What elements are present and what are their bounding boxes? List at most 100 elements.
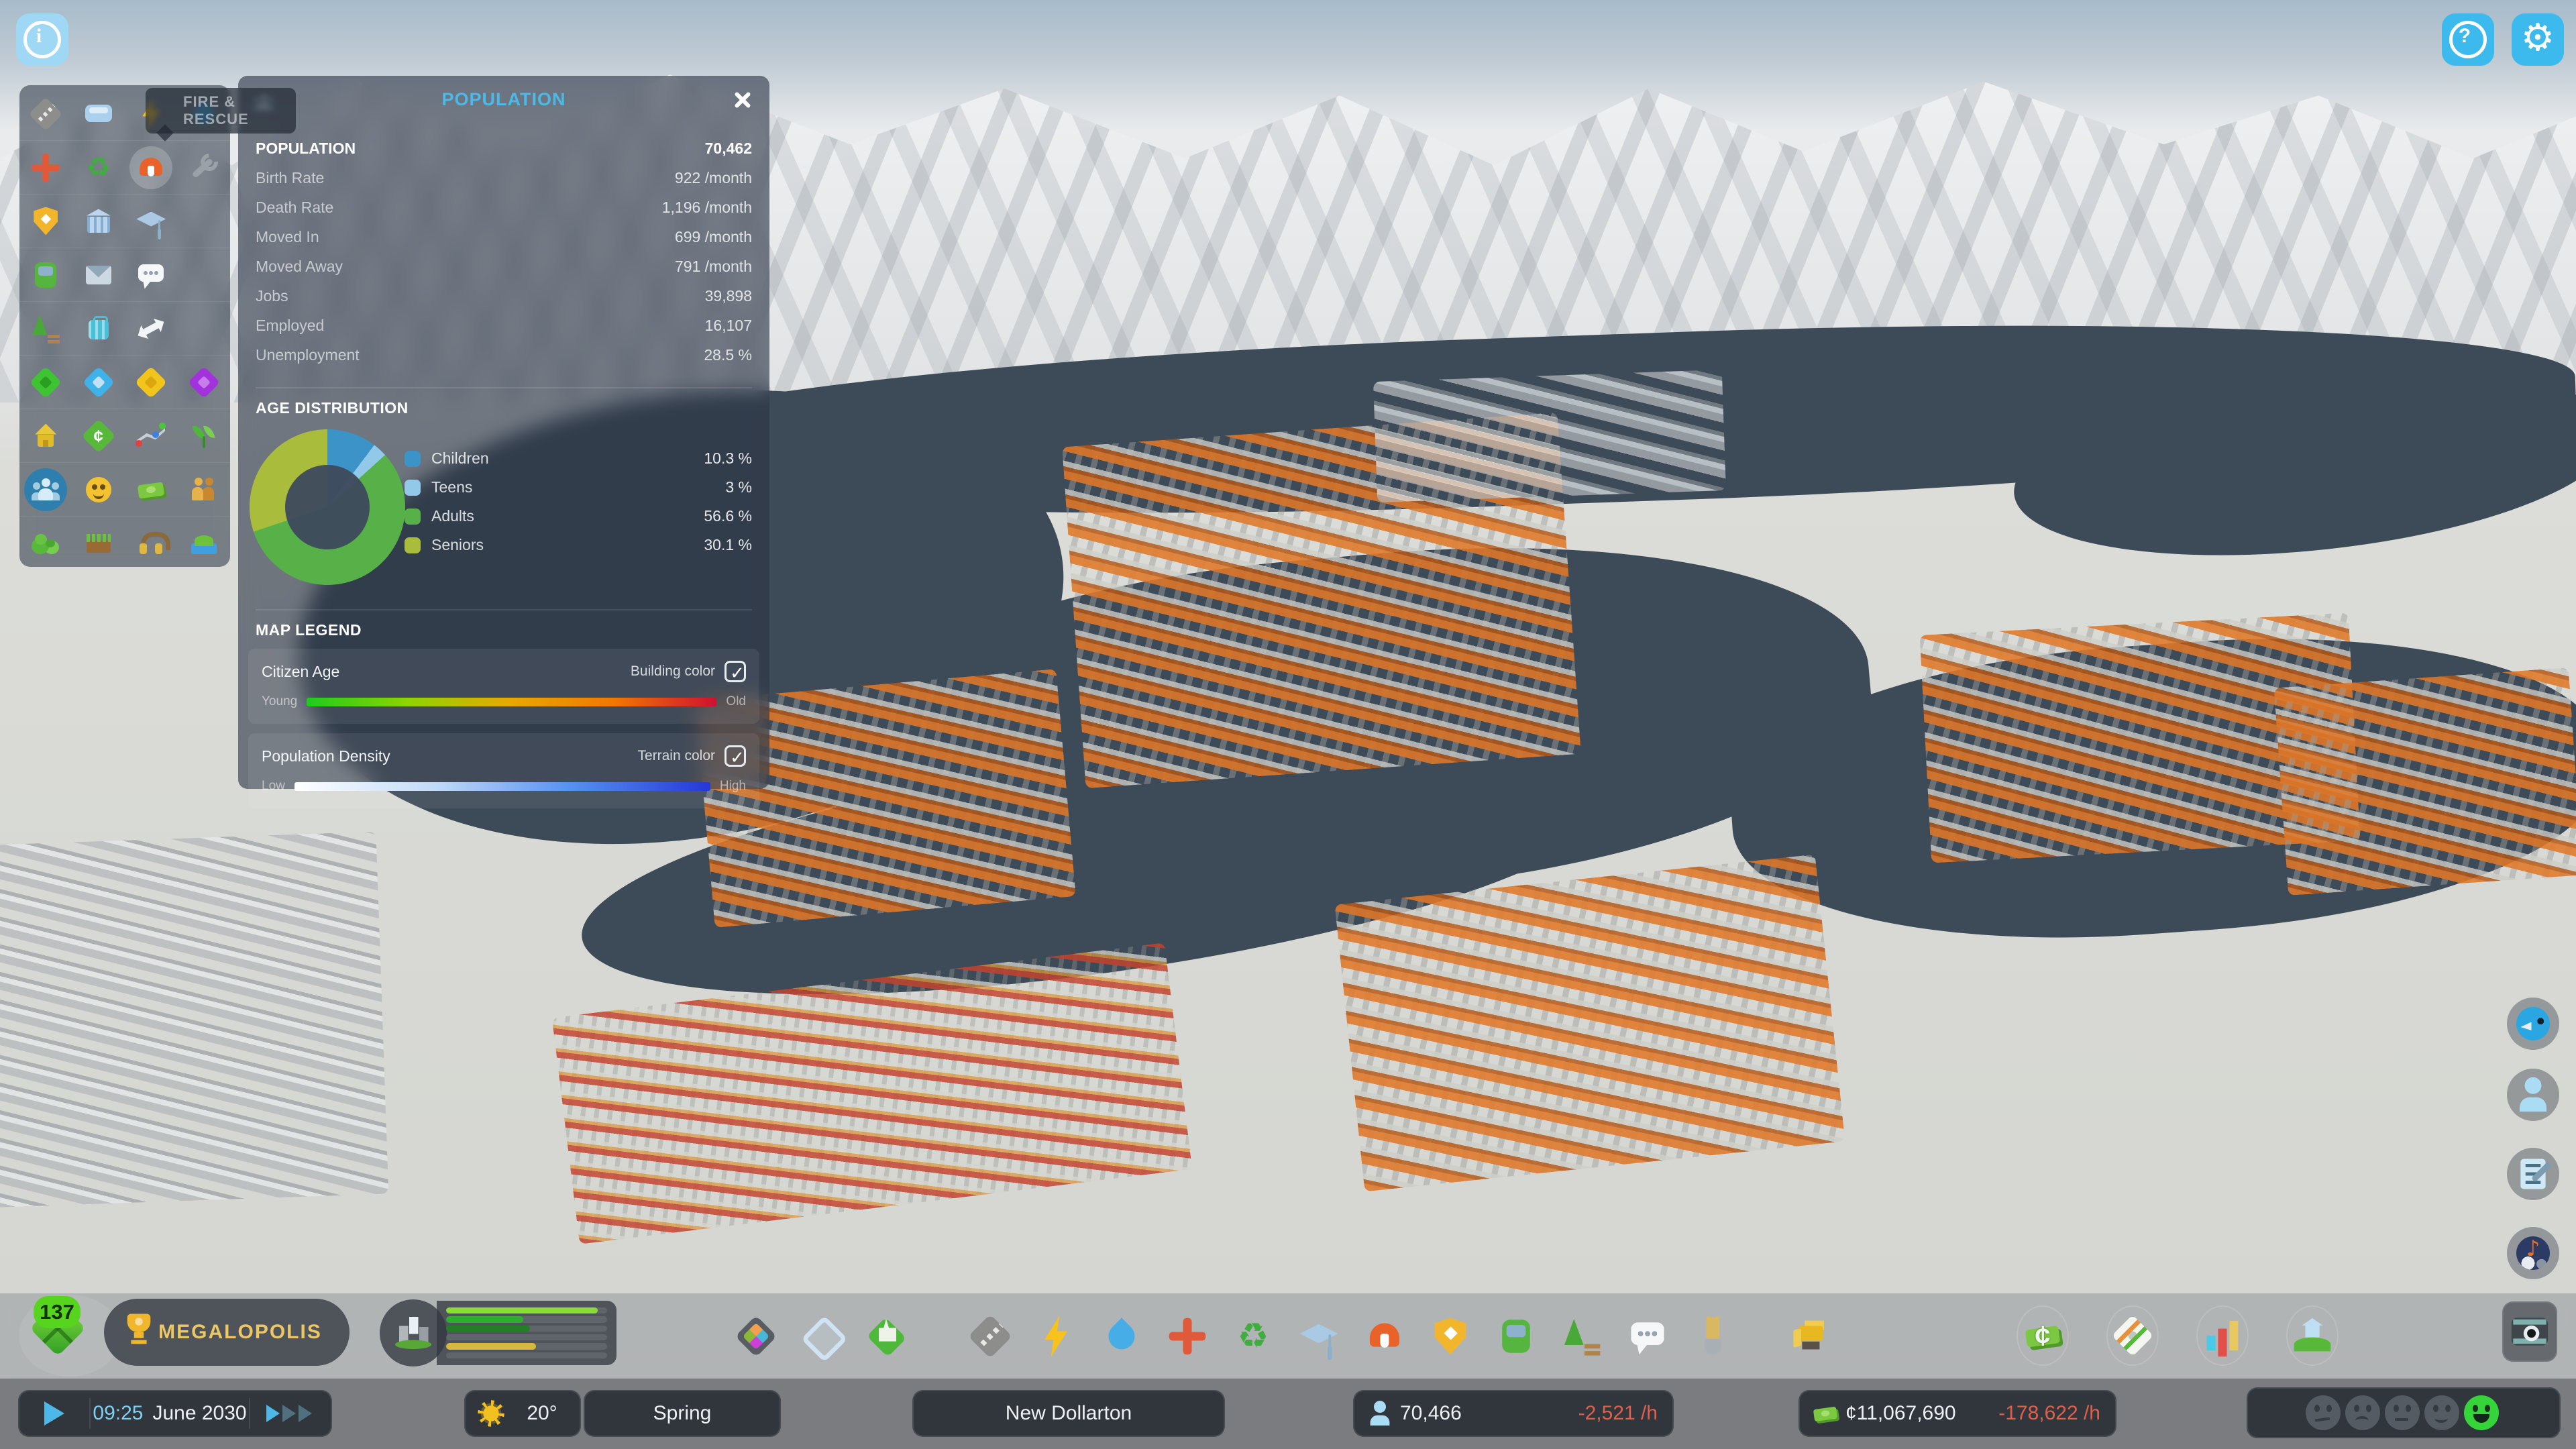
terrain-color-checkbox[interactable]: [724, 745, 746, 767]
roads-toolbar-button[interactable]: [966, 1301, 1014, 1371]
infoview-garbage-button[interactable]: [76, 146, 121, 190]
happiness-face-annoyed-icon: [2306, 1395, 2341, 1430]
scale-max-label: Old: [726, 694, 746, 709]
healthcare-toolbar-button[interactable]: [1163, 1301, 1212, 1371]
infoview-water-bodies-button[interactable]: [182, 521, 226, 566]
communications-toolbar-button[interactable]: [1623, 1301, 1672, 1371]
population-panel-header: POPULATION: [238, 76, 769, 123]
statistics-toolbar-button[interactable]: [2196, 1305, 2249, 1366]
infoview-noise-button[interactable]: [129, 521, 173, 566]
infoview-workers-button[interactable]: [182, 468, 226, 512]
milestone-level-badge[interactable]: 137: [34, 1296, 80, 1328]
infoview-administration-button[interactable]: [76, 199, 121, 244]
milestone-progress-button[interactable]: MEGALOPOLIS: [104, 1299, 350, 1366]
infoview-parks-button[interactable]: [23, 307, 68, 351]
infoview-telecom-button[interactable]: [129, 253, 173, 297]
followed-citizen-button[interactable]: [2507, 1069, 2559, 1121]
economy-toolbar-button[interactable]: [2017, 1305, 2069, 1366]
police-toolbar-button[interactable]: [1426, 1301, 1474, 1371]
infoview-zones-office-button[interactable]: [182, 360, 226, 405]
infoview-residential-button[interactable]: [23, 414, 68, 458]
infoview-zones-mixed-button[interactable]: [76, 360, 121, 405]
transportation-overview-toolbar-button[interactable]: [2106, 1305, 2159, 1366]
legend-card-title: Population Density: [262, 747, 637, 765]
infoview-vehicles-button[interactable]: [76, 92, 121, 136]
landscaping-icon: [1693, 1316, 1734, 1357]
bulldozer-toolbar-button[interactable]: [1788, 1301, 1837, 1371]
education-toolbar-button[interactable]: [1295, 1301, 1343, 1371]
chirper-button[interactable]: [2507, 998, 2559, 1050]
weather-indicator: 20°: [464, 1390, 581, 1437]
fire-rescue-toolbar-button[interactable]: [1360, 1301, 1409, 1371]
radio-button[interactable]: [2507, 1227, 2559, 1279]
electricity-toolbar-button[interactable]: [1032, 1301, 1080, 1371]
age-distribution-title: AGE DISTRIBUTION: [256, 387, 752, 417]
parks-recreation-toolbar-button[interactable]: [1558, 1301, 1606, 1371]
legend-swatch: [405, 508, 421, 525]
infoview-economy-button[interactable]: [129, 468, 173, 512]
education-icon: [1298, 1316, 1340, 1357]
infoview-zones-residential-button[interactable]: [23, 360, 68, 405]
building-color-checkbox[interactable]: [724, 661, 746, 682]
time-value: 09:25: [93, 1402, 143, 1424]
infoview-growth-button[interactable]: [182, 414, 226, 458]
infoview-transportation-button[interactable]: [23, 253, 68, 297]
help-button[interactable]: [2442, 13, 2494, 66]
settings-button[interactable]: [2512, 13, 2564, 66]
happiness-face-neutral-icon: [2385, 1395, 2420, 1430]
infoview-education-button[interactable]: [129, 199, 173, 244]
infoview-roads-button[interactable]: [23, 92, 68, 136]
population-value: 70,466: [1400, 1402, 1462, 1425]
signature-buildings-toolbar-button[interactable]: [863, 1301, 912, 1371]
stat-label: POPULATION: [256, 140, 356, 158]
play-pause-button[interactable]: [19, 1391, 89, 1436]
zoning-toolbar-button[interactable]: [732, 1301, 780, 1371]
infoview-cargo-button[interactable]: [76, 307, 121, 351]
infoview-happiness-button[interactable]: [76, 468, 121, 512]
parks-icon: [30, 313, 62, 345]
infoview-maintenance-button[interactable]: [182, 146, 226, 190]
infoview-trends-button[interactable]: [129, 414, 173, 458]
info-views-button[interactable]: [16, 13, 68, 66]
infoview-mail-button[interactable]: [76, 253, 121, 297]
stat-row: Unemployment28.5 %: [238, 340, 769, 370]
infoview-routes-button[interactable]: [129, 307, 173, 351]
close-icon[interactable]: [731, 88, 755, 112]
simulation-speed-button[interactable]: [250, 1391, 331, 1436]
infoview-ground-button[interactable]: [76, 521, 121, 566]
photo-mode-toolbar-button[interactable]: [2502, 1301, 2557, 1362]
season-indicator: Spring: [584, 1390, 781, 1437]
fire-rescue-icon: [135, 152, 167, 184]
scale-min-label: Young: [262, 694, 297, 709]
journal-button[interactable]: [2507, 1148, 2559, 1200]
infoview-police-button[interactable]: [23, 199, 68, 244]
fire-rescue-tooltip: FIRE & RESCUE: [146, 88, 296, 133]
time-controls: 09:25June 2030: [18, 1390, 332, 1437]
water-sewage-toolbar-button[interactable]: [1097, 1301, 1146, 1371]
play-icon: [44, 1401, 64, 1426]
districts-toolbar-button[interactable]: [798, 1301, 846, 1371]
stat-value: 16,107: [705, 317, 752, 335]
zoning-demand-bars[interactable]: [437, 1301, 616, 1365]
population-density-legend-card: Population Density Terrain color Low Hig…: [248, 733, 759, 808]
transportation-toolbar-button[interactable]: [1492, 1301, 1540, 1371]
age-legend-row: Seniors30.1 %: [405, 531, 752, 559]
legend-value: 10.3 %: [704, 449, 752, 468]
landscaping-toolbar-button[interactable]: [1689, 1301, 1737, 1371]
infoview-vegetation-button[interactable]: [23, 521, 68, 566]
population-display[interactable]: 70,466 -2,521 /h: [1353, 1390, 1674, 1437]
signature-buildings-icon: [867, 1316, 908, 1357]
city-information-icon: [2292, 1315, 2333, 1356]
infoview-population-button[interactable]: [23, 468, 68, 512]
infoview-land-value-button[interactable]: [76, 414, 121, 458]
zoning-icon: [735, 1316, 777, 1357]
money-display[interactable]: ¢11,067,690 -178,622 /h: [1799, 1390, 2116, 1437]
infoview-healthcare-button[interactable]: [23, 146, 68, 190]
infoview-zones-commercial-button[interactable]: [129, 360, 173, 405]
game-viewport: FIRE & RESCUE POPULATION POPULATION 70,46…: [0, 0, 2576, 1449]
happiness-display[interactable]: [2247, 1387, 2561, 1438]
infoview-fire-rescue-button[interactable]: [129, 146, 173, 190]
garbage-toolbar-button[interactable]: [1229, 1301, 1277, 1371]
city-information-toolbar-button[interactable]: [2286, 1305, 2339, 1366]
statistics-icon: [2202, 1315, 2243, 1356]
